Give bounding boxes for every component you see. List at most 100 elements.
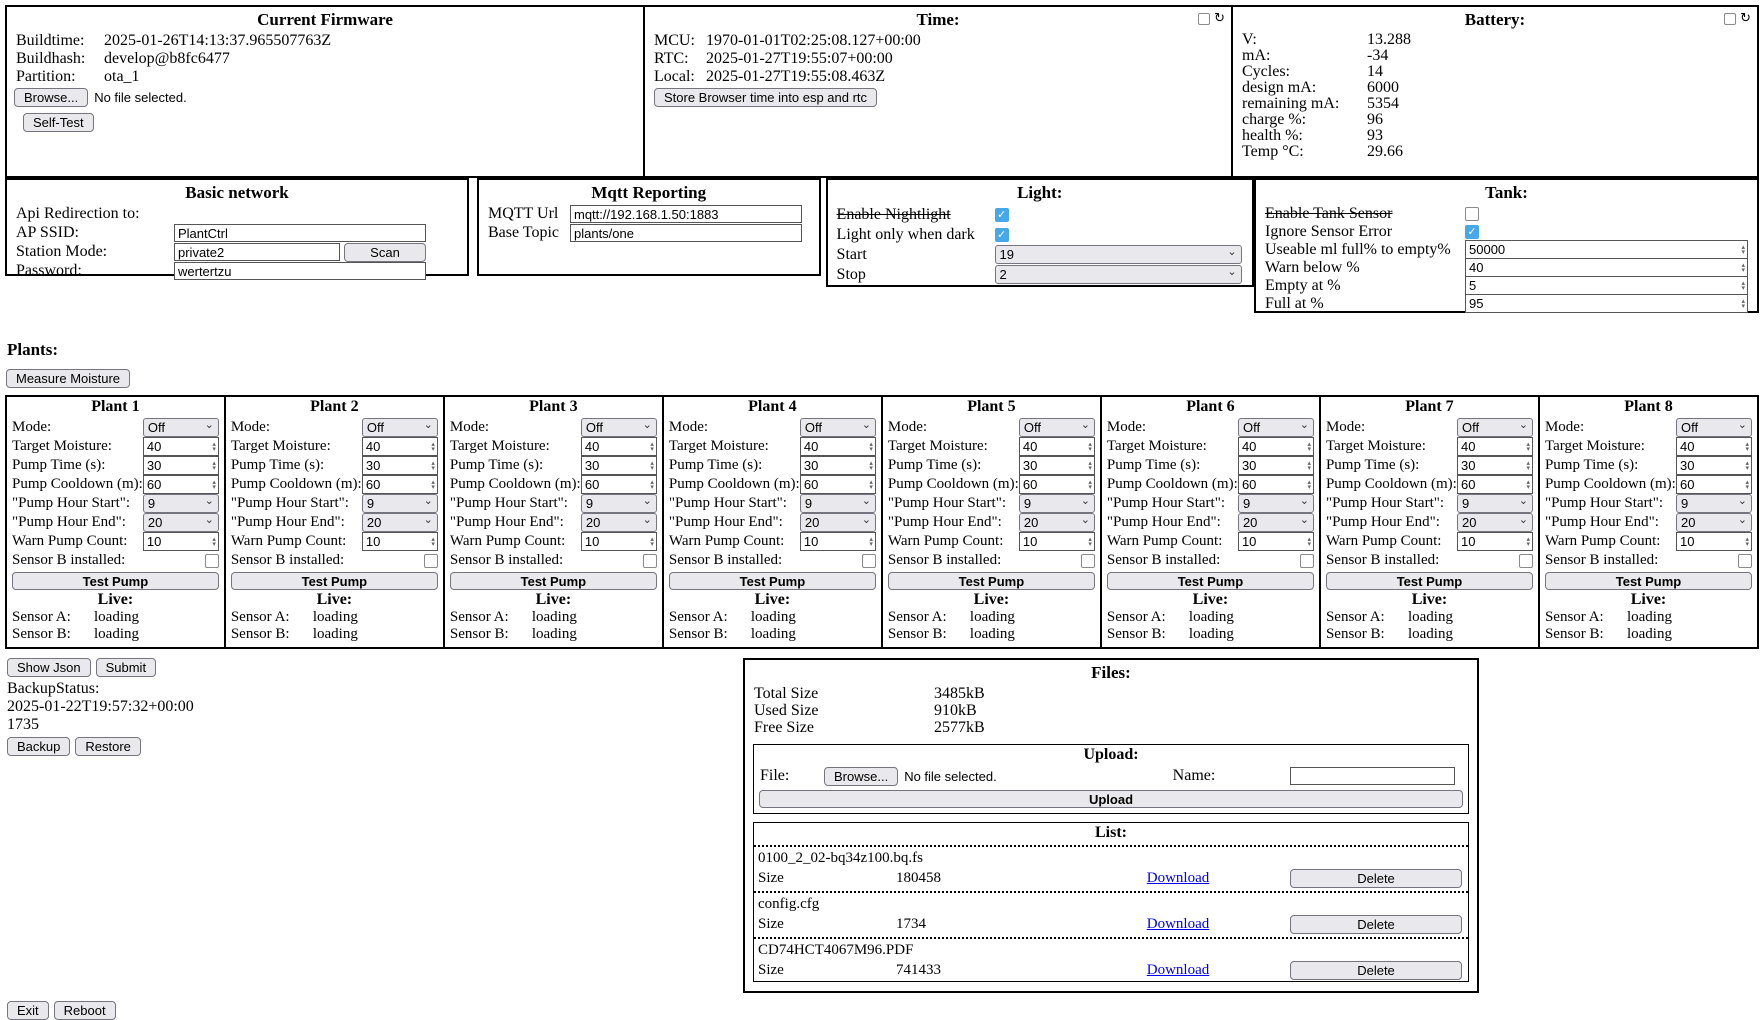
pump-cooldown-value[interactable] [1020, 476, 1086, 493]
pump-time-input[interactable]: ▴▾ [143, 456, 219, 475]
warn-pump-count-value[interactable] [1458, 533, 1524, 550]
test-pump-button[interactable]: Test Pump [450, 572, 657, 590]
mode-select[interactable]: Off ⌄ [1676, 418, 1752, 437]
download-link[interactable]: Download [1147, 870, 1210, 886]
pump-time-input[interactable]: ▴▾ [1457, 456, 1533, 475]
target-moisture-value[interactable] [1239, 438, 1305, 455]
pump-time-input[interactable]: ▴▾ [1676, 456, 1752, 475]
delete-button[interactable]: Delete [1290, 961, 1462, 980]
light-only-dark-checkbox[interactable]: ✓ [995, 228, 1009, 242]
pump-time-value[interactable] [582, 457, 648, 474]
pump-cooldown-value[interactable] [582, 476, 648, 493]
target-moisture-value[interactable] [1677, 438, 1743, 455]
pump-hour-end-select[interactable]: 20 ⌄ [1457, 513, 1533, 532]
pump-cooldown-value[interactable] [1458, 476, 1524, 493]
target-moisture-input[interactable]: ▴▾ [1457, 437, 1533, 456]
pump-time-input[interactable]: ▴▾ [1238, 456, 1314, 475]
test-pump-button[interactable]: Test Pump [1326, 572, 1533, 590]
sensor-b-installed-checkbox[interactable]: ✓ [862, 554, 876, 568]
upload-button[interactable]: Upload [759, 790, 1463, 808]
warn-pump-count-input[interactable]: ▴▾ [143, 532, 219, 551]
station-mode-input[interactable] [174, 243, 340, 261]
warn-pump-count-value[interactable] [1677, 533, 1743, 550]
pump-time-value[interactable] [801, 457, 867, 474]
battery-refresh-icon[interactable]: ↻ [1740, 12, 1751, 25]
delete-button[interactable]: Delete [1290, 915, 1462, 934]
pump-cooldown-input[interactable]: ▴▾ [800, 475, 876, 494]
warn-pump-count-input[interactable]: ▴▾ [800, 532, 876, 551]
pump-hour-end-select[interactable]: 20 ⌄ [1238, 513, 1314, 532]
pump-hour-end-select[interactable]: 20 ⌄ [1019, 513, 1095, 532]
pump-time-value[interactable] [363, 457, 429, 474]
pump-cooldown-value[interactable] [1239, 476, 1305, 493]
warn-pump-count-value[interactable] [582, 533, 648, 550]
full-at-value[interactable] [1466, 295, 1739, 312]
mode-select[interactable]: Off ⌄ [1457, 418, 1533, 437]
target-moisture-input[interactable]: ▴▾ [1676, 437, 1752, 456]
upload-browse-button[interactable]: Browse... [824, 767, 898, 786]
pump-hour-end-select[interactable]: 20 ⌄ [800, 513, 876, 532]
target-moisture-input[interactable]: ▴▾ [800, 437, 876, 456]
exit-button[interactable]: Exit [7, 1001, 49, 1020]
pump-hour-start-select[interactable]: 9 ⌄ [143, 494, 219, 513]
target-moisture-input[interactable]: ▴▾ [1019, 437, 1095, 456]
pump-hour-end-select[interactable]: 20 ⌄ [362, 513, 438, 532]
mode-select[interactable]: Off ⌄ [1019, 418, 1095, 437]
enable-nightlight-checkbox[interactable]: ✓ [995, 208, 1009, 222]
pump-cooldown-input[interactable]: ▴▾ [1238, 475, 1314, 494]
mode-select[interactable]: Off ⌄ [1238, 418, 1314, 437]
pump-cooldown-value[interactable] [144, 476, 210, 493]
sensor-b-installed-checkbox[interactable]: ✓ [424, 554, 438, 568]
time-auto-refresh-checkbox[interactable]: ✓ [1198, 13, 1210, 25]
pump-time-value[interactable] [144, 457, 210, 474]
empty-at-value[interactable] [1466, 277, 1739, 294]
warn-pump-count-input[interactable]: ▴▾ [362, 532, 438, 551]
pump-hour-start-select[interactable]: 9 ⌄ [1238, 494, 1314, 513]
warn-pump-count-value[interactable] [1239, 533, 1305, 550]
self-test-button[interactable]: Self-Test [23, 113, 94, 132]
warn-pump-count-input[interactable]: ▴▾ [581, 532, 657, 551]
pump-hour-start-select[interactable]: 9 ⌄ [581, 494, 657, 513]
target-moisture-value[interactable] [363, 438, 429, 455]
pump-hour-start-select[interactable]: 9 ⌄ [362, 494, 438, 513]
sensor-b-installed-checkbox[interactable]: ✓ [1519, 554, 1533, 568]
warn-pump-count-value[interactable] [144, 533, 210, 550]
pump-time-value[interactable] [1020, 457, 1086, 474]
sensor-b-installed-checkbox[interactable]: ✓ [1738, 554, 1752, 568]
submit-button[interactable]: Submit [96, 658, 156, 677]
reboot-button[interactable]: Reboot [54, 1001, 116, 1020]
pump-cooldown-input[interactable]: ▴▾ [1019, 475, 1095, 494]
full-at-input[interactable]: ▴▾ [1465, 294, 1748, 313]
pump-time-input[interactable]: ▴▾ [581, 456, 657, 475]
target-moisture-value[interactable] [801, 438, 867, 455]
restore-button[interactable]: Restore [75, 737, 141, 756]
pump-hour-end-select[interactable]: 20 ⌄ [143, 513, 219, 532]
pump-time-input[interactable]: ▴▾ [1019, 456, 1095, 475]
warn-pump-count-input[interactable]: ▴▾ [1676, 532, 1752, 551]
warn-pump-count-input[interactable]: ▴▾ [1238, 532, 1314, 551]
pump-hour-start-select[interactable]: 9 ⌄ [1019, 494, 1095, 513]
warn-pump-count-value[interactable] [363, 533, 429, 550]
useable-ml-input[interactable]: ▴▾ [1465, 240, 1748, 259]
upload-name-input[interactable] [1290, 767, 1455, 785]
pump-time-input[interactable]: ▴▾ [800, 456, 876, 475]
download-link[interactable]: Download [1147, 916, 1210, 932]
warn-pump-count-value[interactable] [801, 533, 867, 550]
pump-hour-end-select[interactable]: 20 ⌄ [581, 513, 657, 532]
download-link[interactable]: Download [1147, 962, 1210, 978]
warn-pump-count-input[interactable]: ▴▾ [1457, 532, 1533, 551]
test-pump-button[interactable]: Test Pump [888, 572, 1095, 590]
mode-select[interactable]: Off ⌄ [143, 418, 219, 437]
mode-select[interactable]: Off ⌄ [800, 418, 876, 437]
sensor-b-installed-checkbox[interactable]: ✓ [1300, 554, 1314, 568]
mode-select[interactable]: Off ⌄ [581, 418, 657, 437]
pump-time-value[interactable] [1458, 457, 1524, 474]
pump-cooldown-input[interactable]: ▴▾ [1676, 475, 1752, 494]
target-moisture-input[interactable]: ▴▾ [581, 437, 657, 456]
ap-ssid-input[interactable] [174, 224, 426, 242]
target-moisture-input[interactable]: ▴▾ [362, 437, 438, 456]
pump-cooldown-input[interactable]: ▴▾ [1457, 475, 1533, 494]
sensor-b-installed-checkbox[interactable]: ✓ [643, 554, 657, 568]
target-moisture-value[interactable] [144, 438, 210, 455]
sensor-b-installed-checkbox[interactable]: ✓ [205, 554, 219, 568]
